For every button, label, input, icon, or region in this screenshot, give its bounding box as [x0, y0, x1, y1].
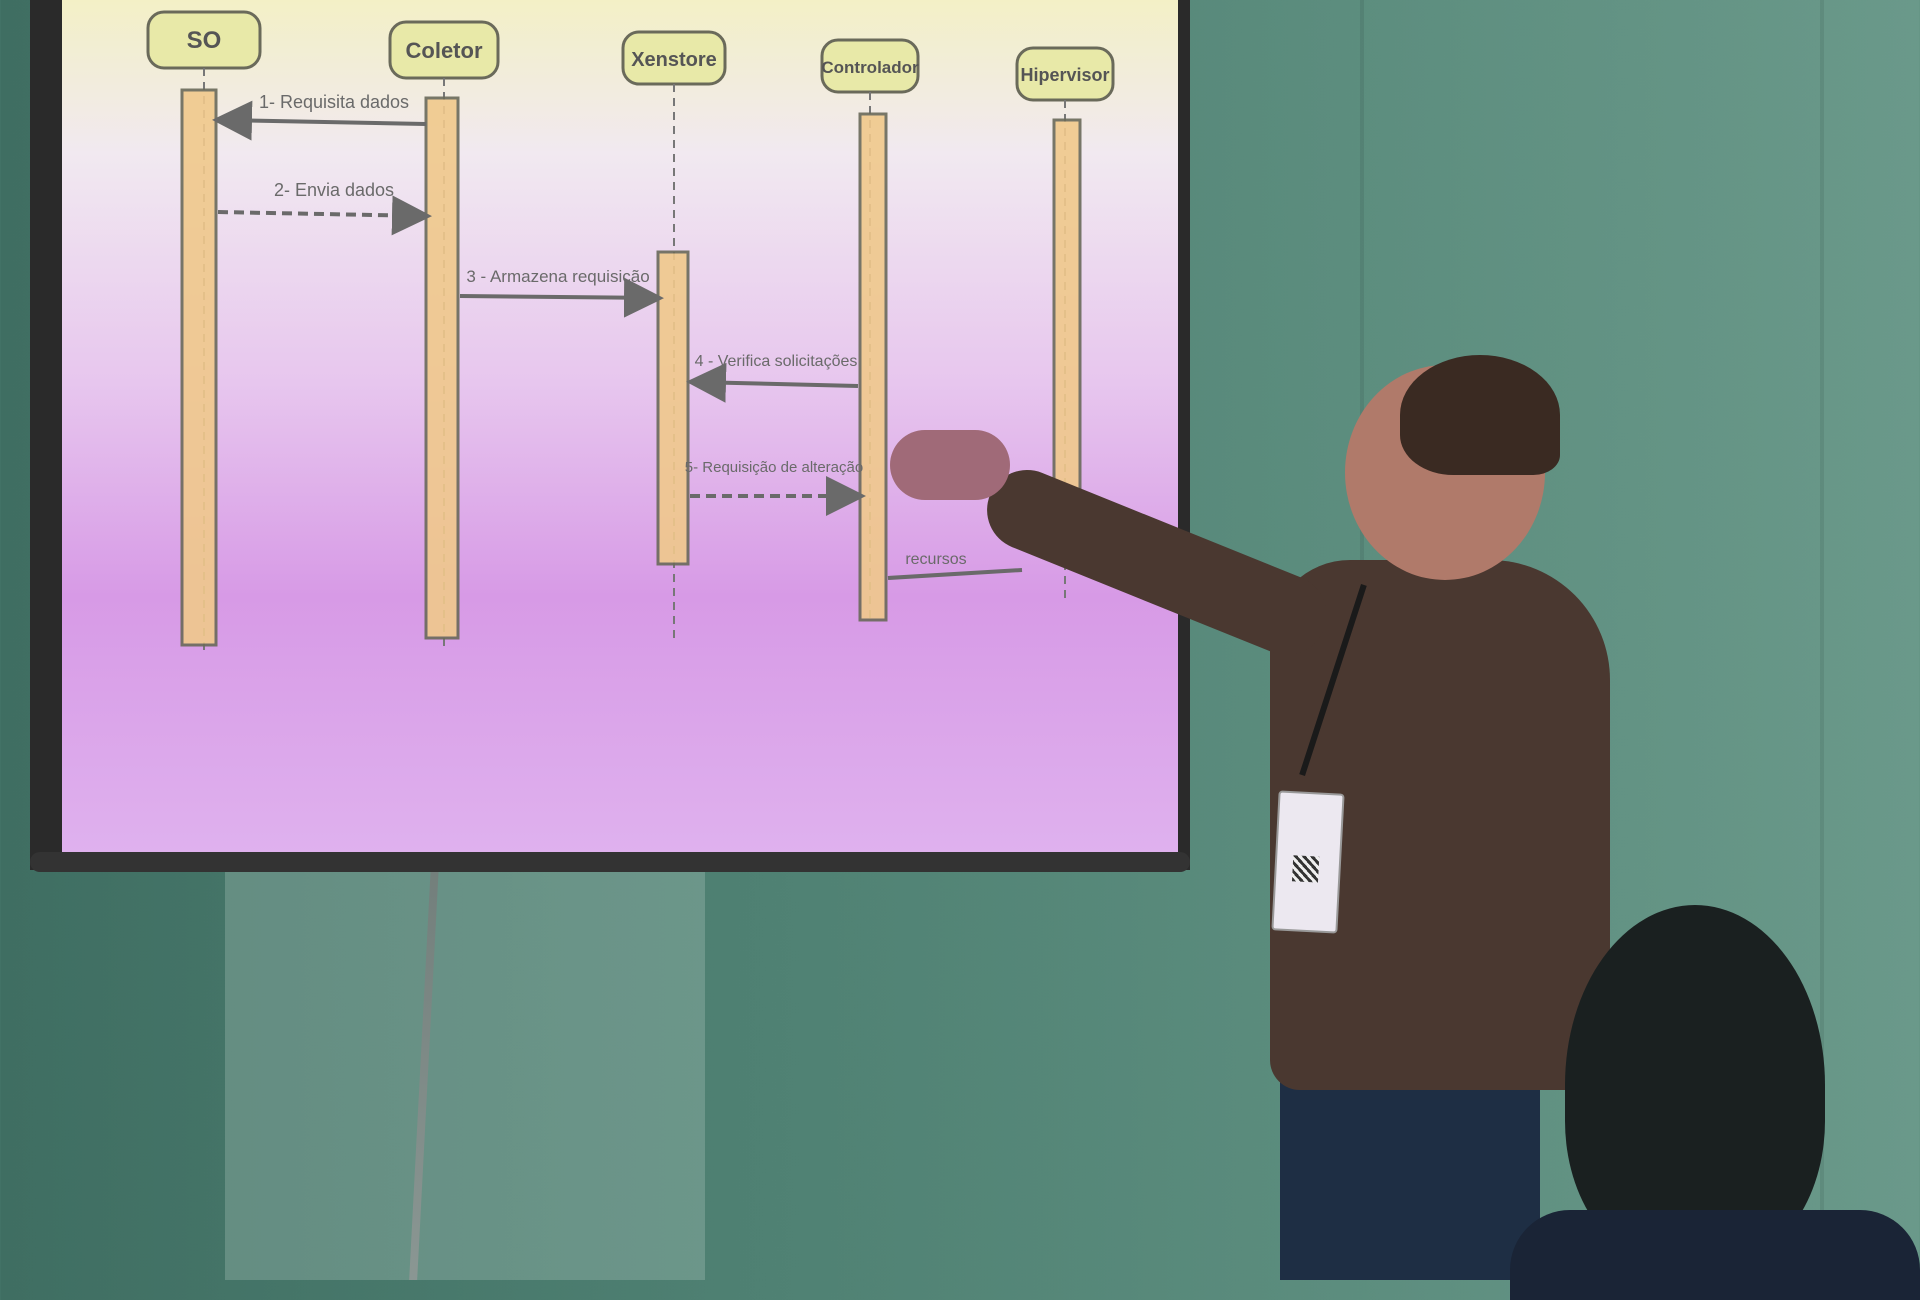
screen-roller-bar	[30, 852, 1190, 872]
message-label-2: 2- Envia dados	[274, 180, 394, 200]
participant-label-xenstore: Xenstore	[631, 49, 717, 71]
participant-label-hipervisor: Hipervisor	[1020, 65, 1109, 85]
sequence-diagram: SO Coletor Xenstore Controlador Hipervis…	[146, 10, 1115, 650]
message-label-6: recursos	[905, 551, 966, 568]
audience-member-shoulder	[1510, 1210, 1920, 1300]
activation-bar-so	[180, 88, 218, 647]
paper-sheet	[225, 866, 705, 1280]
message-arrow-2	[217, 195, 432, 236]
message-label-1: 1- Requisita dados	[259, 92, 409, 112]
name-badge	[1271, 790, 1345, 934]
message-label-4: 4 - Verifica solicitações	[695, 353, 858, 370]
message-arrow-1	[212, 100, 427, 141]
participant-label-coletor: Coletor	[406, 38, 483, 63]
message-label-5: 5- Requisição de alteração	[685, 459, 863, 476]
activation-bar-hipervisor	[1052, 118, 1082, 522]
message-arrow-4	[686, 362, 859, 403]
message-arrow-6	[887, 568, 1023, 580]
projector-screen: SO Coletor Xenstore Controlador Hipervis…	[62, 0, 1178, 852]
activation-bar-coletor	[424, 96, 460, 640]
activation-bar-controlador	[858, 112, 888, 622]
message-arrow-3	[459, 277, 664, 318]
activation-bar-xenstore	[656, 250, 690, 566]
qr-code-icon	[1291, 855, 1320, 883]
presenter-hand	[890, 430, 1010, 500]
participant-label-controlador: Controlador	[821, 58, 919, 77]
presenter-hair	[1400, 355, 1560, 475]
message-label-3: 3 - Armazena requisição	[466, 267, 649, 286]
participant-label-so: SO	[187, 27, 222, 54]
